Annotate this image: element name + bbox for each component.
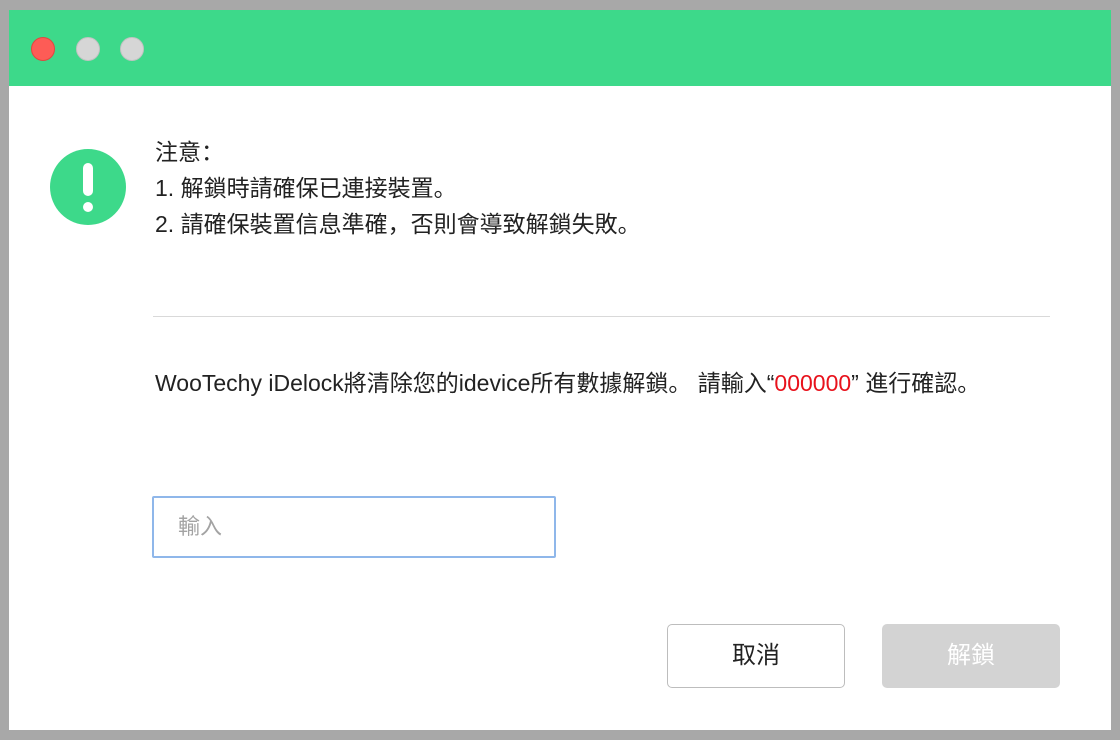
title-bar: [9, 10, 1111, 86]
exclamation-circle-icon: [50, 149, 126, 225]
notice-text: 注意： 1. 解鎖時請確保已連接裝置。 2. 請確保裝置信息準確，否則會導致解鎖…: [155, 134, 1055, 242]
confirmation-input[interactable]: [152, 496, 556, 558]
minimize-window-icon[interactable]: [76, 37, 100, 61]
close-window-icon[interactable]: [31, 37, 55, 61]
message-before-code: WooTechy iDelock將清除您的idevice所有數據解鎖。 請輸入“: [155, 370, 775, 396]
cancel-button[interactable]: 取消: [667, 624, 845, 688]
divider: [153, 316, 1050, 317]
message-after-code: ” 進行確認。: [851, 370, 981, 396]
dialog-window: 注意： 1. 解鎖時請確保已連接裝置。 2. 請確保裝置信息準確，否則會導致解鎖…: [9, 10, 1111, 730]
notice-line-1: 1. 解鎖時請確保已連接裝置。: [155, 175, 457, 201]
notice-heading: 注意：: [155, 139, 224, 165]
notice-line-2: 2. 請確保裝置信息準確，否則會導致解鎖失敗。: [155, 211, 641, 237]
unlock-button[interactable]: 解鎖: [882, 624, 1060, 688]
zoom-window-icon[interactable]: [120, 37, 144, 61]
confirmation-code: 000000: [774, 370, 852, 396]
confirmation-message: WooTechy iDelock將清除您的idevice所有數據解鎖。 請輸入“…: [155, 365, 1035, 402]
